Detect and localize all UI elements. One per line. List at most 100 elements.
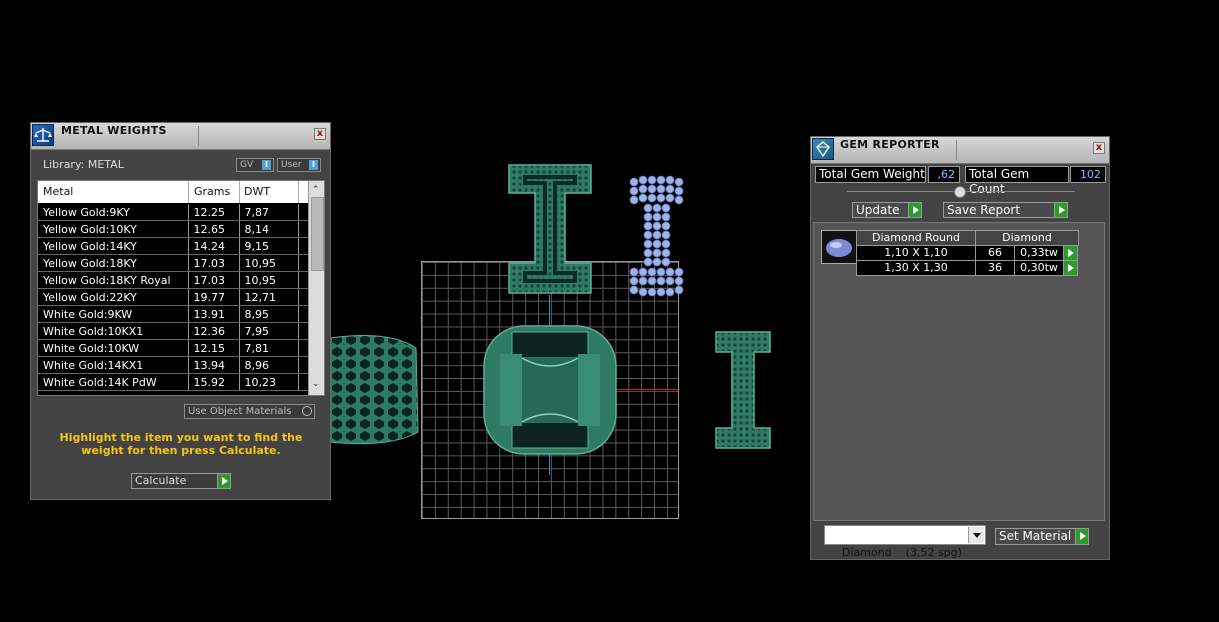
radio-icon	[302, 406, 312, 416]
metal-table-row[interactable]: Yellow Gold:14KY 14.24 9,15	[38, 237, 309, 255]
update-label: Update	[856, 203, 900, 217]
metal-table: Metal Grams DWT Yellow Gold:9KY 12.25 7,87…	[37, 180, 325, 396]
row-padding	[298, 204, 309, 221]
grams-cell: 17.03	[188, 271, 240, 289]
header-dwt: DWT	[244, 185, 271, 198]
play-arrow-icon	[1068, 249, 1074, 257]
play-arrow-icon	[1075, 528, 1089, 545]
metal-name-cell: Yellow Gold:9KY	[38, 204, 189, 221]
dwt-cell: 9,15	[239, 237, 299, 255]
gem-row-size: 1,10 X 1,10	[856, 245, 976, 261]
metal-table-row[interactable]: Yellow Gold:18KY 17.03 10,95	[38, 254, 309, 272]
material-select-value: Diamond (3,52 spg)	[842, 546, 962, 559]
grams-cell: 19.77	[188, 288, 240, 306]
gem-row-weight: 0,30tw	[1014, 260, 1064, 276]
use-object-materials-label: Use Object Materials	[188, 406, 292, 417]
gem-header-material: Diamond	[975, 230, 1079, 246]
update-button[interactable]: Update	[852, 202, 922, 218]
metal-weights-panel: METAL WEIGHTS x Library: METAL GV I User…	[30, 122, 331, 500]
gem-row-count: 66	[975, 245, 1015, 261]
metal-name-cell: Yellow Gold:18KY	[38, 254, 189, 272]
library-label: Library: METAL	[43, 158, 124, 171]
grams-cell: 13.91	[188, 305, 240, 323]
play-arrow-icon	[1054, 202, 1068, 218]
dwt-cell: 7,95	[239, 322, 299, 340]
metal-name-cell: White Gold:10KW	[38, 339, 189, 357]
save-report-label: Save Report	[947, 203, 1021, 217]
grams-cell: 12.15	[188, 339, 240, 357]
header-grams: Grams	[194, 185, 231, 198]
metal-name-cell: Yellow Gold:14KY	[38, 237, 189, 255]
metal-name-cell: White Gold:9KW	[38, 305, 189, 323]
row-padding	[298, 254, 309, 272]
header-metal: Metal	[43, 185, 74, 198]
gem-row-count: 36	[975, 260, 1015, 276]
dwt-cell: 8,96	[239, 356, 299, 374]
total-gem-count-label: Total Gem Count	[965, 166, 1069, 196]
metal-table-row[interactable]: Yellow Gold:10KY 12.65 8,14	[38, 220, 309, 238]
dwt-cell: 8,95	[239, 305, 299, 323]
calculate-label: Calculate	[135, 474, 187, 487]
dwt-cell: 10,95	[239, 271, 299, 289]
set-material-button[interactable]: Set Material	[995, 528, 1089, 545]
dwt-cell: 12,71	[239, 288, 299, 306]
row-padding	[298, 339, 309, 357]
row-padding	[298, 220, 309, 238]
metal-table-row[interactable]: White Gold:14K PdW 15.92 10,23	[38, 373, 309, 391]
metal-table-row[interactable]: Yellow Gold:18KY Royal 17.03 10,95	[38, 271, 309, 289]
metal-table-row[interactable]: Yellow Gold:9KY 12.25 7,87	[38, 204, 309, 221]
diamond-round-thumbnail	[821, 230, 857, 264]
grams-cell: 15.92	[188, 373, 240, 391]
gem-cluster-model	[629, 175, 684, 297]
close-icon[interactable]: x	[314, 128, 326, 140]
gem-row-size: 1,30 X 1,30	[856, 260, 976, 276]
header-divider	[298, 181, 299, 203]
row-padding	[298, 322, 309, 340]
metal-rows: Yellow Gold:9KY 12.25 7,87 Yellow Gold:10KY…	[38, 204, 309, 391]
collapse-toggle-icon[interactable]	[954, 186, 966, 198]
play-arrow-icon	[1068, 264, 1074, 272]
select-row-button[interactable]	[1063, 245, 1078, 261]
user-toggle[interactable]: User I	[277, 158, 321, 172]
calculate-button[interactable]: Calculate	[131, 473, 231, 489]
metal-name-cell: Yellow Gold:10KY	[38, 220, 189, 238]
metal-table-row[interactable]: White Gold:10KW 12.15 7,81	[38, 339, 309, 357]
metal-table-scrollbar[interactable]: ⌃ ⌄	[308, 181, 324, 395]
save-report-button[interactable]: Save Report	[943, 202, 1068, 218]
ring-band-left-model	[330, 335, 419, 445]
dwt-cell: 7,87	[239, 204, 299, 221]
metal-name-cell: White Gold:10KX1	[38, 322, 189, 340]
user-toggle-label: User	[281, 160, 302, 170]
metal-table-row[interactable]: Yellow Gold:22KY 19.77 12,71	[38, 288, 309, 306]
grams-cell: 17.03	[188, 254, 240, 272]
metal-table-row[interactable]: White Gold:9KW 13.91 8,95	[38, 305, 309, 323]
row-padding	[298, 271, 309, 289]
scroll-thumb[interactable]	[311, 197, 324, 271]
row-padding	[298, 237, 309, 255]
select-row-button[interactable]	[1063, 260, 1078, 276]
user-toggle-switch: I	[309, 160, 318, 170]
row-padding	[298, 305, 309, 323]
gem-reporter-titlebar[interactable]: GEM REPORTER x	[811, 137, 1109, 164]
dwt-cell: 10,23	[239, 373, 299, 391]
use-object-materials-toggle[interactable]: Use Object Materials	[184, 404, 315, 419]
metal-table-row[interactable]: White Gold:10KX1 12.36 7,95	[38, 322, 309, 340]
gv-toggle[interactable]: GV I	[236, 158, 274, 172]
material-select[interactable]: Diamond (3,52 spg)	[824, 525, 986, 559]
grams-cell: 12.65	[188, 220, 240, 238]
scroll-down-icon[interactable]: ⌄	[312, 379, 320, 389]
metal-name-cell: White Gold:14KX1	[38, 356, 189, 374]
metal-table-row[interactable]: White Gold:14KX1 13.94 8,96	[38, 356, 309, 374]
metal-weights-titlebar[interactable]: METAL WEIGHTS x	[31, 123, 330, 150]
gem-reporter-panel: GEM REPORTER x Total Gem Weight ,62 Tota…	[810, 136, 1110, 560]
header-divider	[188, 181, 189, 203]
row-padding	[298, 288, 309, 306]
scale-icon	[32, 124, 54, 146]
metal-name-cell: White Gold:14K PdW	[38, 373, 189, 391]
gv-toggle-switch: I	[262, 160, 271, 170]
total-gem-weight-label: Total Gem Weight	[815, 166, 926, 183]
close-icon[interactable]: x	[1093, 142, 1105, 154]
total-gem-weight-value: ,62	[928, 166, 960, 183]
scroll-up-icon[interactable]: ⌃	[312, 185, 320, 195]
dwt-cell: 8,14	[239, 220, 299, 238]
